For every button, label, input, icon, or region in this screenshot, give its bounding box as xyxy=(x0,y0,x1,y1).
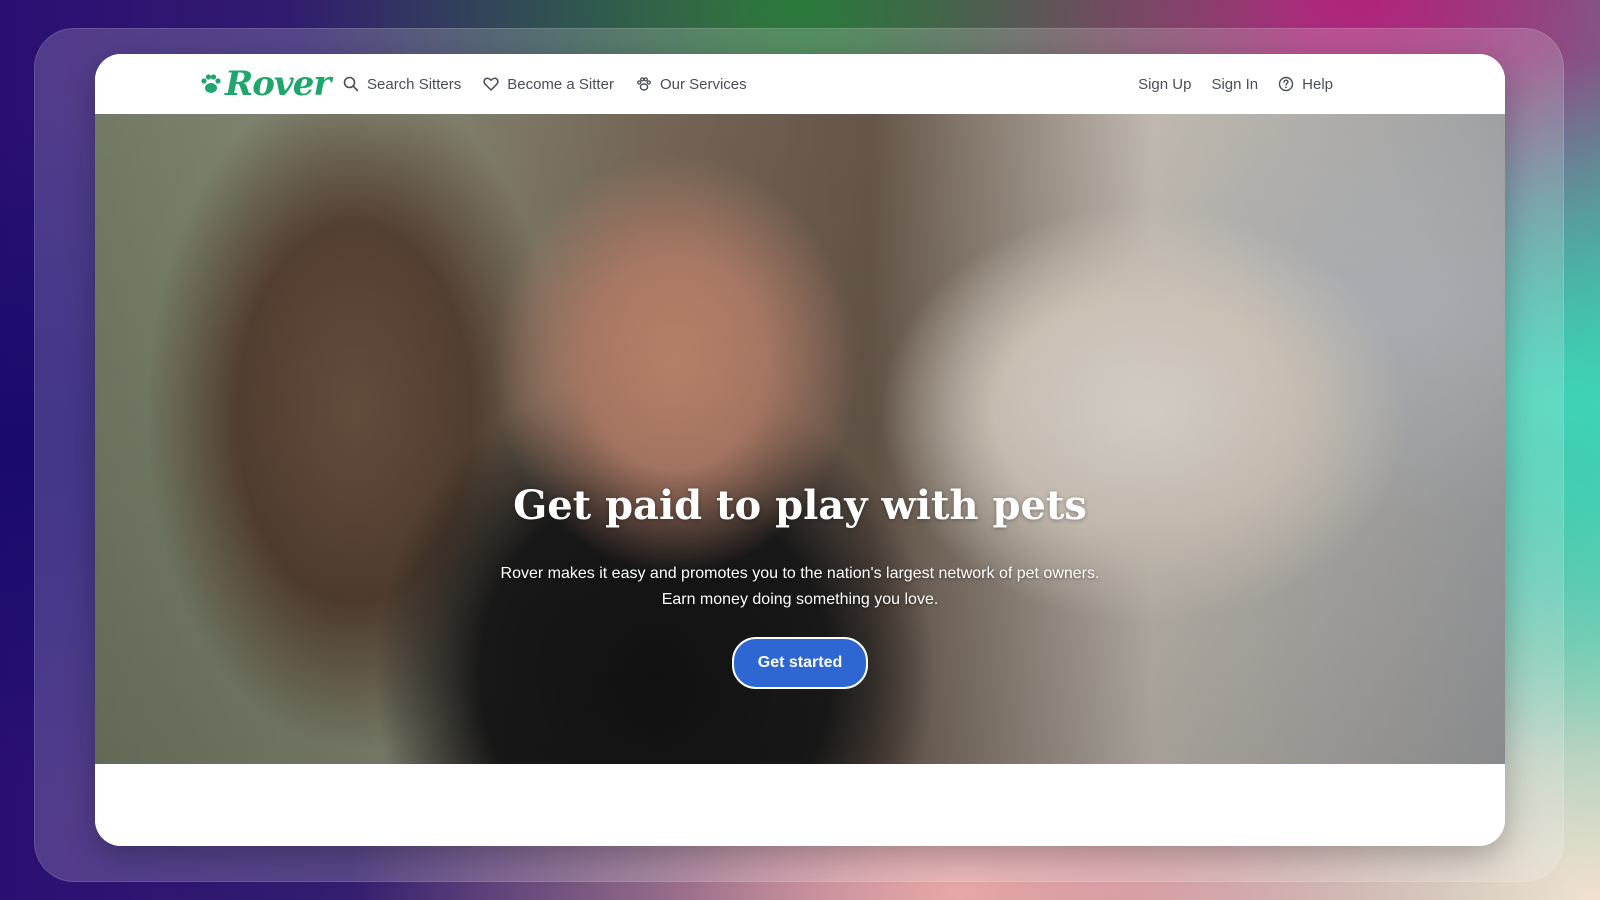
help-circle-icon xyxy=(1278,76,1294,92)
hero-content: Get paid to play with pets Rover makes i… xyxy=(95,482,1505,689)
heart-icon xyxy=(483,77,499,91)
account-nav: Sign Up Sign In Help xyxy=(1138,54,1333,114)
nav-search-sitters[interactable]: Search Sitters xyxy=(343,76,461,93)
logo-text: Rover xyxy=(225,64,331,104)
nav-sign-up[interactable]: Sign Up xyxy=(1138,76,1191,93)
browser-window: Rover Search Sitters Become a Sitter Our… xyxy=(95,54,1505,846)
nav-become-a-sitter[interactable]: Become a Sitter xyxy=(483,76,614,93)
nav-our-services[interactable]: Our Services xyxy=(636,76,747,93)
top-navbar: Rover Search Sitters Become a Sitter Our… xyxy=(95,54,1505,115)
nav-sign-in[interactable]: Sign In xyxy=(1211,76,1258,93)
get-started-button[interactable]: Get started xyxy=(731,637,869,689)
nav-help[interactable]: Help xyxy=(1278,76,1333,93)
hero-subtitle-line-1: Rover makes it easy and promotes you to … xyxy=(500,565,1100,582)
hero-subtitle: Rover makes it easy and promotes you to … xyxy=(95,561,1505,613)
nav-become-a-sitter-label: Become a Sitter xyxy=(507,75,614,93)
nav-our-services-label: Our Services xyxy=(659,75,747,93)
nav-search-sitters-label: Search Sitters xyxy=(367,75,462,93)
hero-subtitle-line-2: Earn money doing something you love. xyxy=(661,591,939,608)
search-icon xyxy=(343,76,359,92)
nav-sign-in-label: Sign In xyxy=(1211,75,1259,93)
nav-sign-up-label: Sign Up xyxy=(1138,75,1192,93)
hero-title: Get paid to play with pets xyxy=(513,482,1087,529)
page-content-area xyxy=(95,764,1505,846)
primary-nav: Search Sitters Become a Sitter Our Servi… xyxy=(343,54,747,114)
paw-logo-icon xyxy=(201,74,221,93)
paw-icon xyxy=(636,77,651,91)
hero-banner: Get paid to play with pets Rover makes i… xyxy=(95,114,1505,764)
nav-help-label: Help xyxy=(1302,75,1333,93)
rover-logo[interactable]: Rover xyxy=(199,64,331,104)
